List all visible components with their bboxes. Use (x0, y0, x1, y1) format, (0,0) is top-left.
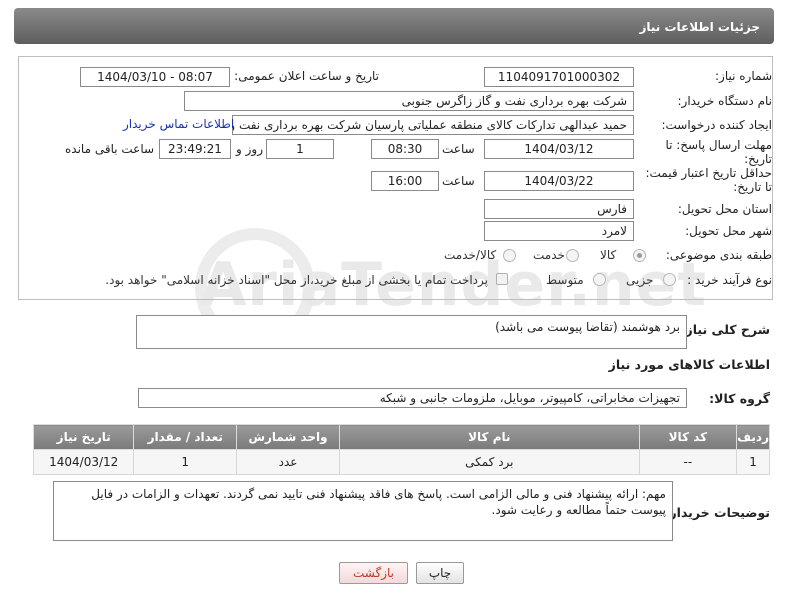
cell-row: 1 (736, 449, 770, 475)
deadline-date-field[interactable]: 1404/03/12 (484, 139, 634, 159)
city-field[interactable]: لامرد (484, 221, 634, 241)
category-label: طبقه بندی موضوعی: (665, 248, 772, 262)
description-label: شرح کلی نیاز: (680, 322, 770, 337)
category-goods-service-radio[interactable] (503, 249, 516, 262)
table-row[interactable]: 1 -- برد کمکی عدد 1 1404/03/12 (32, 449, 770, 475)
print-button[interactable]: چاپ (416, 562, 464, 584)
validity-label-line2: تا تاریخ: (733, 180, 772, 194)
validity-label-line1: حداقل تاریخ اعتبار قیمت: (645, 166, 772, 180)
category-goods-radio[interactable] (633, 249, 646, 262)
buyer-notes-label: توضیحات خریدار: (664, 505, 770, 520)
purchase-minor-label: جزیی (626, 273, 654, 287)
need-number-field[interactable]: 1104091701000302 (484, 67, 634, 87)
page-title: جزئیات اطلاعات نیاز (639, 20, 760, 34)
col-unit: واحد شمارش (236, 424, 340, 450)
purchase-type-label: نوع فرآیند خرید : (687, 273, 772, 287)
announce-date-field[interactable]: 1404/03/10 - 08:07 (80, 67, 230, 87)
col-code: کد کالا (638, 424, 738, 450)
announce-date-label: تاریخ و ساعت اعلان عمومی: (234, 69, 379, 83)
province-field[interactable]: فارس (484, 199, 634, 219)
deadline-label-line2: تاریخ: (744, 152, 772, 166)
deadline-label-line1: مهلت ارسال پاسخ: تا (665, 138, 772, 152)
purchase-medium-radio[interactable] (593, 273, 606, 286)
category-service-label: خدمت (533, 248, 565, 262)
cell-unit: عدد (236, 449, 340, 475)
need-number-label: شماره نیاز: (715, 69, 772, 83)
purchase-minor-radio[interactable] (663, 273, 676, 286)
back-button[interactable]: بازگشت (339, 562, 408, 584)
cell-name: برد کمکی (339, 449, 640, 475)
validity-time-field[interactable]: 16:00 (371, 171, 439, 191)
deadline-time-field[interactable]: 08:30 (371, 139, 439, 159)
buyer-notes-text: مهم: ارائه پیشنهاد فنی و مالی الزامی است… (91, 487, 666, 517)
treasury-payment-note: پرداخت تمام یا بخشی از مبلغ خرید،از محل … (105, 273, 488, 287)
cell-code: -- (638, 449, 738, 475)
category-service-radio[interactable] (566, 249, 579, 262)
days-label: روز و (236, 142, 263, 156)
buyer-org-label: نام دستگاه خریدار: (677, 94, 773, 108)
col-quantity: تعداد / مقدار (133, 424, 238, 450)
buyer-notes-textarea[interactable]: مهم: ارائه پیشنهاد فنی و مالی الزامی است… (53, 481, 673, 541)
deadline-time-label: ساعت (442, 142, 475, 156)
purchase-medium-label: متوسط (546, 273, 584, 287)
category-goods-service-label: کالا/خدمت (444, 248, 497, 262)
col-name: نام کالا (339, 424, 640, 450)
remaining-days-field[interactable]: 1 (266, 139, 334, 159)
col-row: ردیف (736, 424, 770, 450)
cell-need-date: 1404/03/12 (32, 449, 135, 475)
goods-section-title: اطلاعات کالاهای مورد نیاز (608, 357, 770, 372)
description-textarea[interactable]: برد هوشمند (تقاضا پیوست می باشد) (136, 315, 687, 349)
validity-date-field[interactable]: 1404/03/22 (484, 171, 634, 191)
creator-label: ایجاد کننده درخواست: (661, 118, 772, 132)
city-label: شهر محل تحویل: (685, 224, 772, 238)
remaining-time-label: ساعت باقی مانده (65, 142, 155, 156)
description-text: برد هوشمند (تقاضا پیوست می باشد) (495, 320, 680, 334)
buyer-contact-link[interactable]: اطلاعات تماس خریدار (123, 117, 234, 131)
validity-time-label: ساعت (442, 174, 475, 188)
creator-field[interactable]: حمید عبدالهی تدارکات کالای منطقه عملیاتی… (232, 115, 634, 135)
goods-table: ردیف کد کالا نام کالا واحد شمارش تعداد /… (32, 424, 770, 475)
remaining-time-field[interactable]: 23:49:21 (159, 139, 231, 159)
goods-group-label: گروه کالا: (709, 391, 770, 406)
province-label: استان محل تحویل: (677, 202, 772, 216)
panel-header: جزئیات اطلاعات نیاز (14, 8, 774, 44)
buyer-org-field[interactable]: شرکت بهره برداری نفت و گاز زاگرس جنوبی (184, 91, 634, 111)
goods-table-header: ردیف کد کالا نام کالا واحد شمارش تعداد /… (32, 424, 770, 450)
col-need-date: تاریخ نیاز (32, 424, 135, 450)
goods-group-field[interactable]: تجهیزات مخابراتی، کامپیوتر، موبایل، ملزو… (138, 388, 687, 408)
treasury-payment-checkbox[interactable] (496, 273, 508, 285)
cell-quantity: 1 (133, 449, 238, 475)
category-goods-label: کالا (600, 248, 617, 262)
